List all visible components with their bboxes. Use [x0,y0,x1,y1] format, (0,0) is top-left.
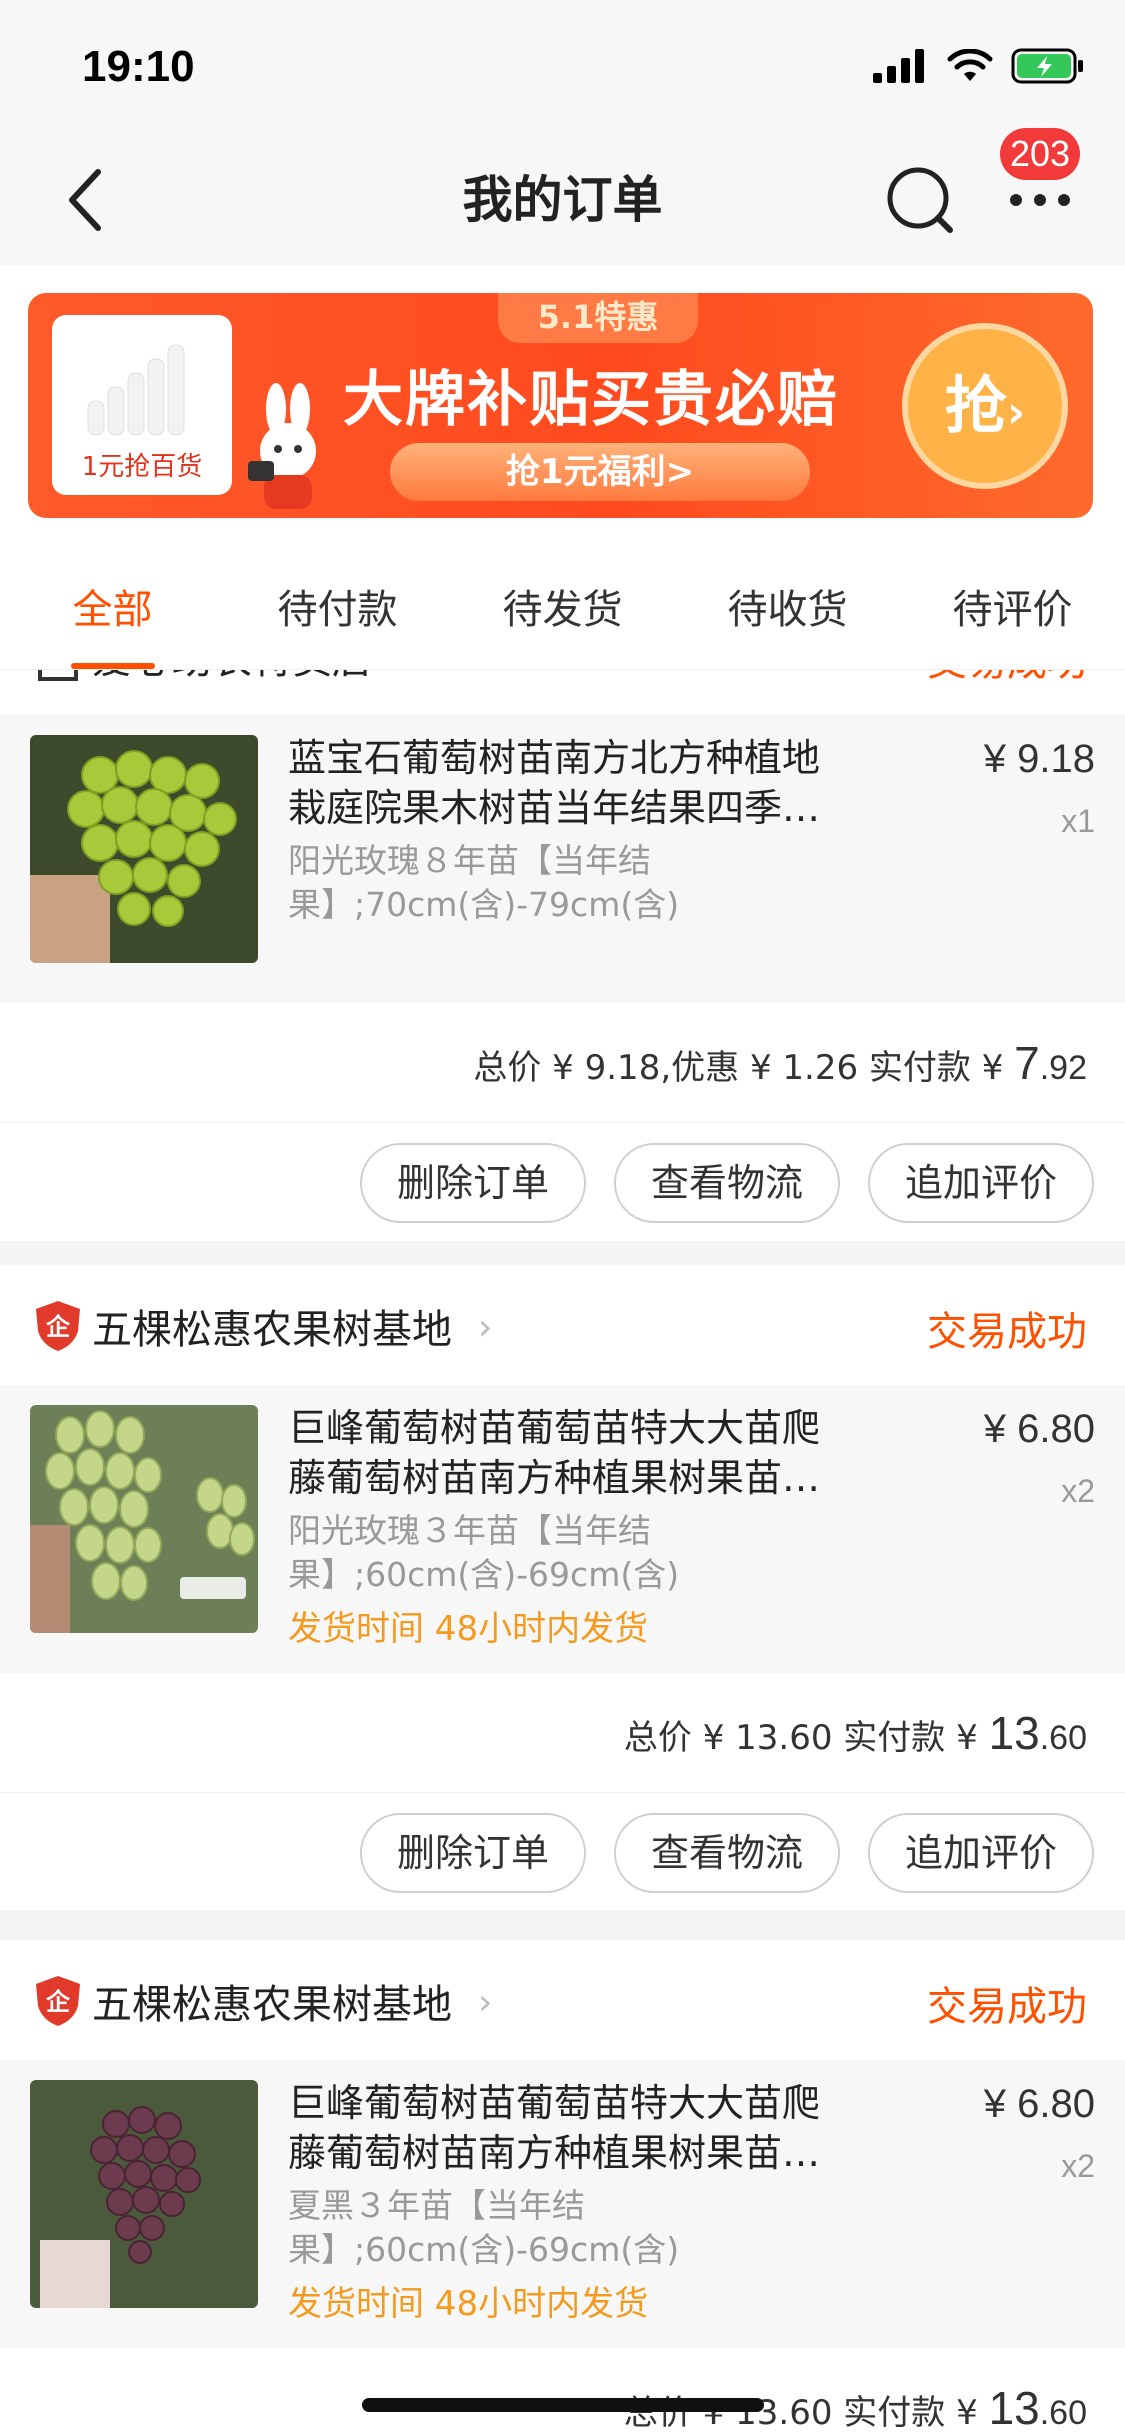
order-status: 交易成功 [927,1984,1087,2030]
order-actions: 删除订单 查看物流 追加评价 [0,1793,1125,1911]
product-price: ¥ 9.18 [983,737,1095,781]
chevron-right-icon: › [1006,387,1026,438]
banner-tag: 5.1特惠 [498,293,698,343]
totals-amount-decimal: .60 [1039,1719,1087,1757]
product-thumbnail [30,1405,258,1633]
order-status: 交易成功 [927,1309,1087,1355]
search-button[interactable] [880,160,960,240]
product-title: 巨峰葡萄树苗葡萄苗特大大苗爬藤葡萄树苗南方种植果树果苗… [288,1406,821,1500]
order-tabs: 全部 待付款 待发货 待收货 待评价 [0,545,1125,670]
shop-name: 五棵松惠农果树基地 [92,1982,452,2028]
product-price: ¥ 6.80 [983,1407,1095,1451]
tissue-rolls-image [87,344,185,436]
order-totals: 总价 ¥ 13.60 实付款 ¥ 13.60 [0,2348,1125,2436]
green-grapes-image [30,1405,258,1633]
order-list[interactable]: 爱心助农特卖店 › 交易成功 [0,670,1125,2436]
totals-summary: 总价 ¥ 13.60 实付款 ¥ [623,1718,989,1758]
enterprise-shield-icon: 企 [36,1976,80,2026]
totals-amount-decimal: .60 [1039,2394,1087,2432]
banner-grab-button[interactable]: 抢› [902,323,1068,489]
add-review-button[interactable]: 追加评价 [868,1143,1094,1223]
banner-product-card: 1元抢百货 [52,315,232,495]
banner-cta-label: 抢 [944,369,1007,442]
product-quantity: x2 [1061,2148,1095,2184]
green-grapes-image [30,735,258,963]
order-item[interactable]: 巨峰葡萄树苗葡萄苗特大大苗爬藤葡萄树苗南方种植果树果苗… 夏黑３年苗【当年结果】… [0,2060,1125,2348]
product-thumbnail [30,2080,258,2308]
totals-amount-integer: 7 [1014,1037,1040,1089]
order-card: 爱心助农特卖店 › 交易成功 [0,670,1125,1123]
order-actions: 删除订单 查看物流 追加评价 [0,1123,1125,1241]
search-icon [887,167,953,233]
tab-pending-review[interactable]: 待评价 [900,545,1125,669]
home-indicator[interactable] [362,2398,764,2412]
product-quantity: x2 [1061,1473,1095,1509]
product-title: 蓝宝石葡萄树苗南方北方种植地栽庭院果木树苗当年结果四季… [288,736,821,830]
tab-pending-shipment[interactable]: 待发货 [450,545,675,669]
product-sku: 夏黑３年苗【当年结果】;60cm(含)-69cm(含) [288,2186,680,2269]
svg-text:企: 企 [46,1988,71,2016]
totals-amount-decimal: .92 [1039,1049,1087,1087]
promo-banner[interactable]: 1元抢百货 5.1特惠 大牌补贴买贵必赔 抢1元福利> 抢› [28,293,1093,518]
tab-pending-payment[interactable]: 待付款 [225,545,450,669]
status-icons [873,48,1085,84]
chevron-right-icon: › [478,1982,493,2023]
order-item[interactable]: 巨峰葡萄树苗葡萄苗特大大苗爬藤葡萄树苗南方种植果树果苗… 阳光玫瑰３年苗【当年结… [0,1385,1125,1673]
add-review-button[interactable]: 追加评价 [868,1813,1094,1893]
banner-card-label: 1元抢百货 [81,452,203,482]
cellular-signal-icon [873,49,924,83]
tab-pending-receipt[interactable]: 待收货 [675,545,900,669]
product-thumbnail [30,735,258,963]
promo-banner-section: 1元抢百货 5.1特惠 大牌补贴买贵必赔 抢1元福利> 抢› [0,265,1125,545]
totals-summary: 总价 ¥ 9.18,优惠 ¥ 1.26 实付款 ¥ [473,1048,1015,1088]
svg-text:企: 企 [46,1313,71,1341]
purple-grapes-image [30,2080,258,2308]
delete-order-button[interactable]: 删除订单 [360,1813,586,1893]
app-root: 19:10 我的订单 203 1元抢百货 5.1特惠 大牌补贴买贵必赔 抢1元福… [0,0,1125,2436]
shop-name: 爱心助农特卖店 [92,670,372,685]
order-header[interactable]: 企 五棵松惠农果树基地 › 交易成功 [0,1940,1125,2060]
shipping-time: 发货时间 48小时内发货 [288,2284,649,2324]
wifi-icon [947,49,993,81]
order-status: 交易成功 [927,670,1087,687]
totals-amount-integer: 13 [988,2382,1040,2434]
bunny-mascot-icon [248,383,316,509]
banner-claim-pill[interactable]: 抢1元福利> [390,443,810,501]
product-price: ¥ 6.80 [983,2082,1095,2126]
product-quantity: x1 [1061,803,1095,839]
view-logistics-button[interactable]: 查看物流 [614,1143,840,1223]
product-sku: 阳光玫瑰８年苗【当年结果】;70cm(含)-79cm(含) [288,841,680,924]
order-card: 企 五棵松惠农果树基地 › 交易成功 巨峰葡萄树苗葡萄苗特大大苗爬藤葡萄树苗南方… [0,1940,1125,2436]
shipping-time: 发货时间 48小时内发货 [288,1609,649,1649]
order-totals: 总价 ¥ 13.60 实付款 ¥ 13.60 [0,1673,1125,1793]
delete-order-button[interactable]: 删除订单 [360,1143,586,1223]
status-bar: 19:10 [0,0,1125,130]
banner-headline: 大牌补贴买贵必赔 [343,365,839,435]
view-logistics-button[interactable]: 查看物流 [614,1813,840,1893]
tab-all[interactable]: 全部 [0,545,225,669]
product-title: 巨峰葡萄树苗葡萄苗特大大苗爬藤葡萄树苗南方种植果树果苗… [288,2081,821,2175]
status-time: 19:10 [82,42,195,91]
enterprise-shield-icon: 企 [36,1301,80,1351]
chevron-right-icon: › [478,1307,493,1348]
order-card: 企 五棵松惠农果树基地 › 交易成功 巨峰葡萄树苗葡萄苗特大大苗爬藤葡萄树苗南方… [0,1265,1125,1910]
order-item[interactable]: 蓝宝石葡萄树苗南方北方种植地栽庭院果木树苗当年结果四季… 阳光玫瑰８年苗【当年结… [0,715,1125,1003]
order-header[interactable]: 企 五棵松惠农果树基地 › 交易成功 [0,1265,1125,1385]
order-header[interactable]: 爱心助农特卖店 › 交易成功 [0,670,1125,715]
order-totals: 总价 ¥ 9.18,优惠 ¥ 1.26 实付款 ¥ 7.92 [0,1003,1125,1123]
shop-name: 五棵松惠农果树基地 [92,1307,452,1353]
nav-bar: 我的订单 203 [0,128,1125,265]
chevron-right-icon: › [400,670,414,678]
message-badge: 203 [1000,128,1081,180]
store-icon [38,670,78,681]
battery-charging-icon [1011,48,1083,84]
totals-amount-integer: 13 [988,1707,1040,1759]
product-sku: 阳光玫瑰３年苗【当年结果】;60cm(含)-69cm(含) [288,1511,680,1594]
